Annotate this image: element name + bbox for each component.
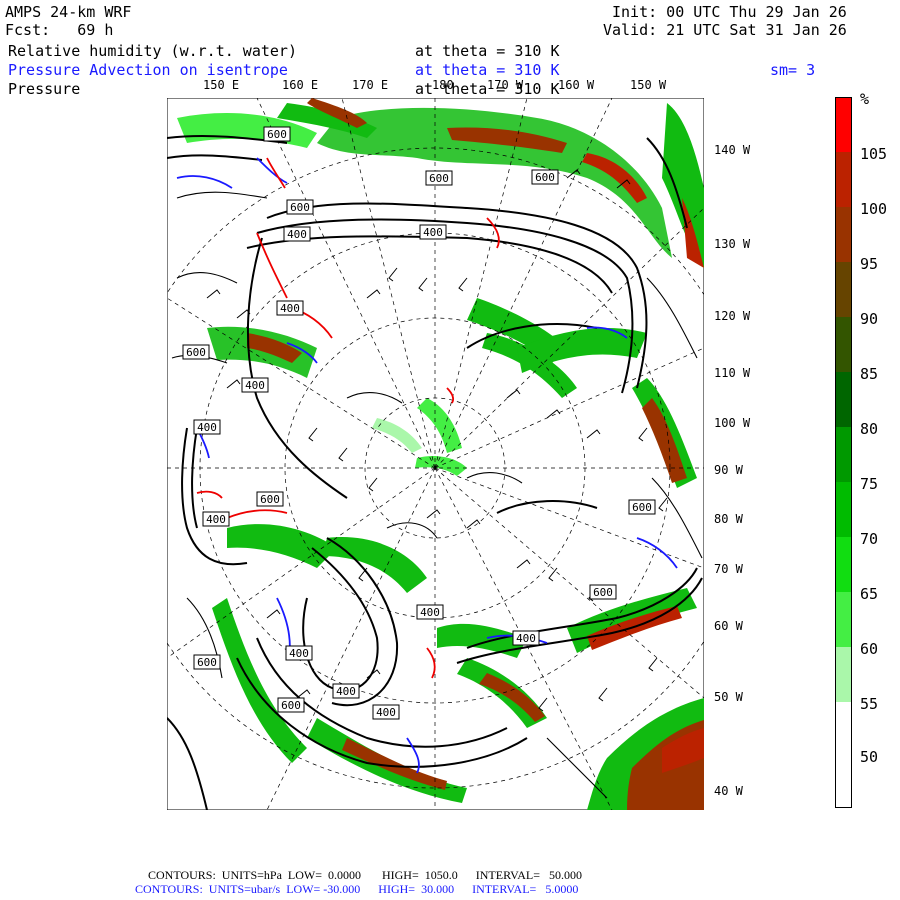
svg-text:600: 600 xyxy=(429,172,449,185)
lon-label-top: 160 E xyxy=(282,78,319,92)
colorbar-label: 85 xyxy=(860,365,879,383)
svg-text:400: 400 xyxy=(336,685,356,698)
field1-level: at theta = 310 K xyxy=(415,42,560,60)
svg-text:400: 400 xyxy=(245,379,265,392)
svg-text:400: 400 xyxy=(287,228,307,241)
model-title: AMPS 24-km WRF xyxy=(5,3,132,21)
valid-time: Valid: 21 UTC Sat 31 Jan 26 xyxy=(603,21,847,39)
svg-text:600: 600 xyxy=(281,699,301,712)
lon-label-top: 170 W xyxy=(487,78,524,92)
svg-text:600: 600 xyxy=(197,656,217,669)
lon-label-right: 100 W xyxy=(714,416,751,430)
lon-label-top: 180 xyxy=(432,78,454,92)
field2-name: Pressure Advection on isentrope xyxy=(8,61,288,79)
colorbar-label: 75 xyxy=(860,475,879,493)
svg-text:600: 600 xyxy=(260,493,280,506)
svg-text:600: 600 xyxy=(535,171,555,184)
svg-text:600: 600 xyxy=(593,586,613,599)
colorbar-label: 90 xyxy=(860,310,879,328)
smoothing-label: sm= 3 xyxy=(770,61,816,79)
contour-info-advection: CONTOURS: UNITS=ubar/s LOW= -30.000 HIGH… xyxy=(135,882,579,896)
colorbar-label: 105 xyxy=(860,145,888,163)
colorbar-label: 70 xyxy=(860,530,879,548)
svg-text:400: 400 xyxy=(280,302,300,315)
lon-label-right: 140 W xyxy=(714,143,751,157)
colorbar-label: 50 xyxy=(860,748,879,766)
colorbar-label: 95 xyxy=(860,255,879,273)
lon-label-right: 120 W xyxy=(714,309,751,323)
contour-info-pressure: CONTOURS: UNITS=hPa LOW= 0.0000 HIGH= 10… xyxy=(148,868,582,882)
lon-label-top: 160 W xyxy=(558,78,595,92)
colorbar-label: 65 xyxy=(860,585,879,603)
lon-label-right: 90 W xyxy=(714,463,743,477)
colorbar-unit: % xyxy=(860,90,870,108)
svg-text:600: 600 xyxy=(632,501,652,514)
colorbar xyxy=(835,97,852,808)
lon-label-right: 60 W xyxy=(714,619,743,633)
svg-text:400: 400 xyxy=(376,706,396,719)
lon-label-right: 80 W xyxy=(714,512,743,526)
svg-text:400: 400 xyxy=(516,632,536,645)
colorbar-label: 60 xyxy=(860,640,879,658)
svg-text:600: 600 xyxy=(267,128,287,141)
field1-name: Relative humidity (w.r.t. water) xyxy=(8,42,297,60)
colorbar-label: 80 xyxy=(860,420,879,438)
svg-text:400: 400 xyxy=(420,606,440,619)
svg-text:400: 400 xyxy=(197,421,217,434)
lon-label-right: 70 W xyxy=(714,562,743,576)
lon-label-top: 150 W xyxy=(630,78,667,92)
forecast-hour: Fcst: 69 h xyxy=(5,21,114,39)
field2-level: at theta = 310 K xyxy=(415,61,560,79)
svg-text:600: 600 xyxy=(290,201,310,214)
svg-text:400: 400 xyxy=(289,647,309,660)
lon-label-right: 40 W xyxy=(714,784,743,798)
colorbar-label: 55 xyxy=(860,695,879,713)
svg-text:400: 400 xyxy=(423,226,443,239)
map-panel: 600 600 400 600 600 400 400 600 400 400 … xyxy=(167,98,704,810)
lon-label-top: 150 E xyxy=(203,78,240,92)
lon-label-right: 130 W xyxy=(714,237,751,251)
init-time: Init: 00 UTC Thu 29 Jan 26 xyxy=(612,3,847,21)
lon-label-top: 170 E xyxy=(352,78,389,92)
lon-label-right: 50 W xyxy=(714,690,743,704)
svg-text:600: 600 xyxy=(186,346,206,359)
svg-text:400: 400 xyxy=(206,513,226,526)
colorbar-label: 100 xyxy=(860,200,888,218)
lon-label-right: 110 W xyxy=(714,366,751,380)
field3-name: Pressure xyxy=(8,80,81,98)
